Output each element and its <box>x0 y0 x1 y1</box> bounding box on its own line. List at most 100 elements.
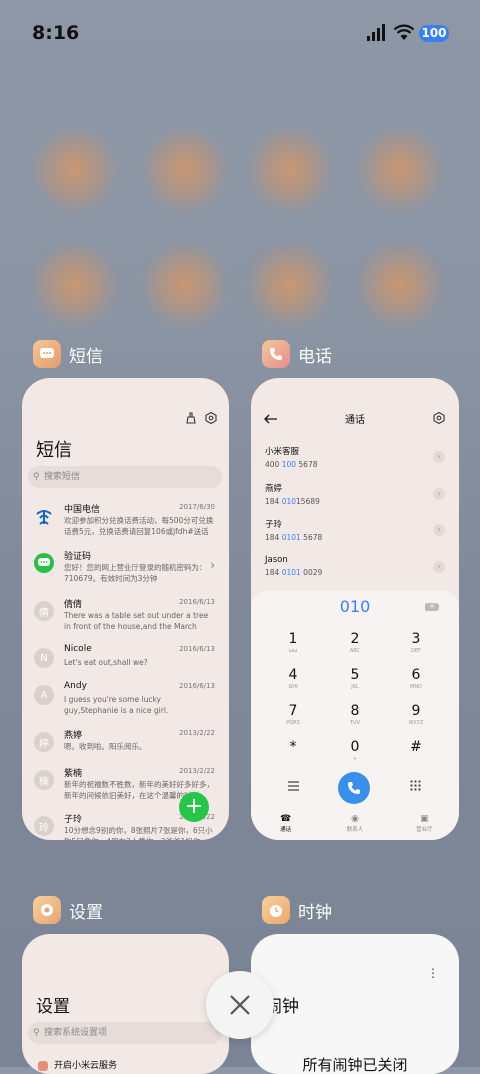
settings-gear-icon[interactable] <box>205 412 217 424</box>
verification-chat-icon <box>34 553 54 573</box>
tab-label: 营业厅 <box>416 827 433 833</box>
message-date: 2016/6/13 <box>179 598 215 606</box>
menu-icon[interactable] <box>288 781 299 791</box>
wallpaper-blob <box>140 125 230 215</box>
empty-state-text: 所有闹钟已关闭 <box>302 1056 408 1074</box>
chevron-right-icon[interactable]: › <box>433 451 445 463</box>
sender-name: 子玲 <box>64 815 83 825</box>
tab-service-hall[interactable]: ▣ 营业厅 <box>390 814 459 840</box>
contact-number: 184 01015689 <box>265 497 320 506</box>
message-date: 2013/2/22 <box>179 729 215 737</box>
wallpaper-blob <box>30 125 120 215</box>
app-header-sms[interactable]: 短信 <box>33 340 103 368</box>
more-options-icon[interactable]: ⋮ <box>427 966 439 980</box>
avatar: N <box>34 648 54 668</box>
contact-name: Jason <box>265 555 288 565</box>
wallpaper-blob <box>355 240 445 330</box>
clock-app-icon <box>262 896 290 924</box>
contact-item[interactable]: 子玲 184 0101 5678 › <box>265 518 445 548</box>
sender-name: 验证码 <box>64 552 92 562</box>
settings-item[interactable]: 开启小米云服务 <box>38 1058 117 1071</box>
battery-indicator: 100 <box>419 25 449 42</box>
phone-app-card[interactable]: 通话 小米客服 400 100 5678 › 燕婷 184 01015689 ›… <box>251 378 459 840</box>
avatar: 倩 <box>34 601 54 621</box>
dial-key[interactable]: 4 GHI <box>263 667 323 690</box>
app-header-settings[interactable]: 设置 <box>33 896 103 924</box>
signal-icon <box>367 24 385 41</box>
tab-label: 联系人 <box>346 827 364 833</box>
cloud-service-icon <box>38 1060 48 1071</box>
dial-key[interactable]: *, <box>263 739 323 762</box>
dial-key[interactable]: 2 ABC <box>325 631 385 654</box>
message-item[interactable]: A Andy 2016/6/13 I guess you're some luc… <box>22 681 229 727</box>
dial-key[interactable]: 8 TUV <box>325 703 385 726</box>
page-title: 通话 <box>345 415 365 426</box>
clean-icon[interactable] <box>185 412 197 424</box>
settings-app-card[interactable]: 设置 ⚲ 搜索系统设置项 开启小米云服务 <box>22 934 229 1074</box>
close-icon <box>230 995 250 1015</box>
message-preview: I guess you're some lucky guy,Stephanie … <box>64 695 169 715</box>
sms-app-icon <box>33 340 61 368</box>
app-name: 时钟 <box>298 902 332 923</box>
contact-number: 184 0101 5678 <box>265 533 323 542</box>
tab-calls[interactable]: ☎ 通话 <box>251 814 320 840</box>
search-placeholder: 搜索短信 <box>44 472 81 482</box>
backspace-icon[interactable]: ✕ <box>425 603 439 611</box>
settings-gear-icon[interactable] <box>433 412 445 424</box>
dial-key[interactable]: 7 PQRS <box>263 703 323 726</box>
sender-name: Andy <box>64 681 87 691</box>
dialpad-toggle-icon[interactable] <box>410 780 421 791</box>
wallpaper-blob <box>30 240 120 330</box>
message-preview: 欢迎参加积分兑换话费活动，每500分可兑换话费5元，兑换话费请回复106或jfd… <box>64 516 214 536</box>
chevron-right-icon[interactable]: › <box>433 524 445 536</box>
avatar: 玲 <box>34 816 54 836</box>
dial-key[interactable]: 3 DEF <box>386 631 446 654</box>
chevron-right-icon[interactable]: › <box>433 561 445 573</box>
contact-item[interactable]: 燕婷 184 01015689 › <box>265 482 445 512</box>
message-preview: 10分想念9别的你，8张照片7张是你，6只小狗5只像你，4朋友3人爱你，2爸爸1… <box>64 826 213 840</box>
settings-app-icon <box>33 896 61 924</box>
dialpad: 010 ✕ 1 ωω 2 ABC 3 DEF 4 GHI 5 JKL 6 MNO 7 PQRS… <box>251 591 459 840</box>
contact-name: 小米客服 <box>265 447 300 457</box>
close-all-button[interactable] <box>206 971 274 1039</box>
service-hall-icon: ▣ <box>420 814 429 824</box>
sender-name: Nicole <box>64 644 92 654</box>
call-button[interactable] <box>338 772 370 804</box>
sender-name: 燕婷 <box>64 731 83 741</box>
contact-name: 子玲 <box>265 520 283 530</box>
dial-key[interactable]: 9 WXYZ <box>386 703 446 726</box>
message-item[interactable]: 倩 倩倩 2016/6/13 There was a table set out… <box>22 597 229 643</box>
wallpaper-blob <box>245 240 335 330</box>
message-date: 2017/6/30 <box>179 503 215 511</box>
app-header-phone[interactable]: 电话 <box>262 340 332 368</box>
contact-item[interactable]: 小米客服 400 100 5678 › <box>265 445 445 475</box>
contact-number: 400 100 5678 <box>265 460 318 469</box>
sender-name: 中国电信 <box>64 505 101 515</box>
message-item[interactable]: 中国电信 2017/6/30 欢迎参加积分兑换话费活动，每500分可兑换话费5元… <box>22 502 229 548</box>
phone-icon <box>348 782 360 794</box>
dial-key[interactable]: 1 ωω <box>263 631 323 654</box>
wallpaper-blob <box>245 125 335 215</box>
dial-key[interactable]: 6 MNO <box>386 667 446 690</box>
message-preview: Let's eat out,shall we? <box>64 658 148 667</box>
search-input[interactable]: ⚲ 搜索系统设置项 <box>28 1022 222 1044</box>
sender-name: 倩倩 <box>64 600 83 610</box>
message-date: 2016/6/13 <box>179 682 215 690</box>
clock-app-card[interactable]: ⋮ 闹钟 所有闹钟已关闭 <box>251 934 459 1074</box>
search-input[interactable]: ⚲ 搜索短信 <box>28 466 222 488</box>
message-item[interactable]: 验证码 › 您好！您的网上营业厅登录的随机密码为：710679。有效时间为3分钟 <box>22 549 229 595</box>
sms-app-card[interactable]: 短信 ⚲ 搜索短信 中国电信 2017/6/30 欢迎参加积分兑换话费活动，每5… <box>22 378 229 840</box>
chevron-right-icon[interactable]: › <box>433 488 445 500</box>
wallpaper-blob <box>140 240 230 330</box>
sms-toolbar <box>185 412 217 424</box>
app-name: 设置 <box>69 902 103 923</box>
dial-key[interactable]: # <box>386 739 446 756</box>
dial-key[interactable]: 5 JKL <box>325 667 385 690</box>
contact-item[interactable]: Jason 184 0101 0029 › <box>265 555 445 585</box>
new-message-button[interactable]: + <box>179 792 209 822</box>
avatar: 婷 <box>34 732 54 752</box>
dial-key[interactable]: 0 + <box>325 739 385 762</box>
message-preview: There was a table set out under a tree i… <box>64 611 209 631</box>
tab-contacts[interactable]: ◉ 联系人 <box>320 814 389 840</box>
app-header-clock[interactable]: 时钟 <box>262 896 332 924</box>
